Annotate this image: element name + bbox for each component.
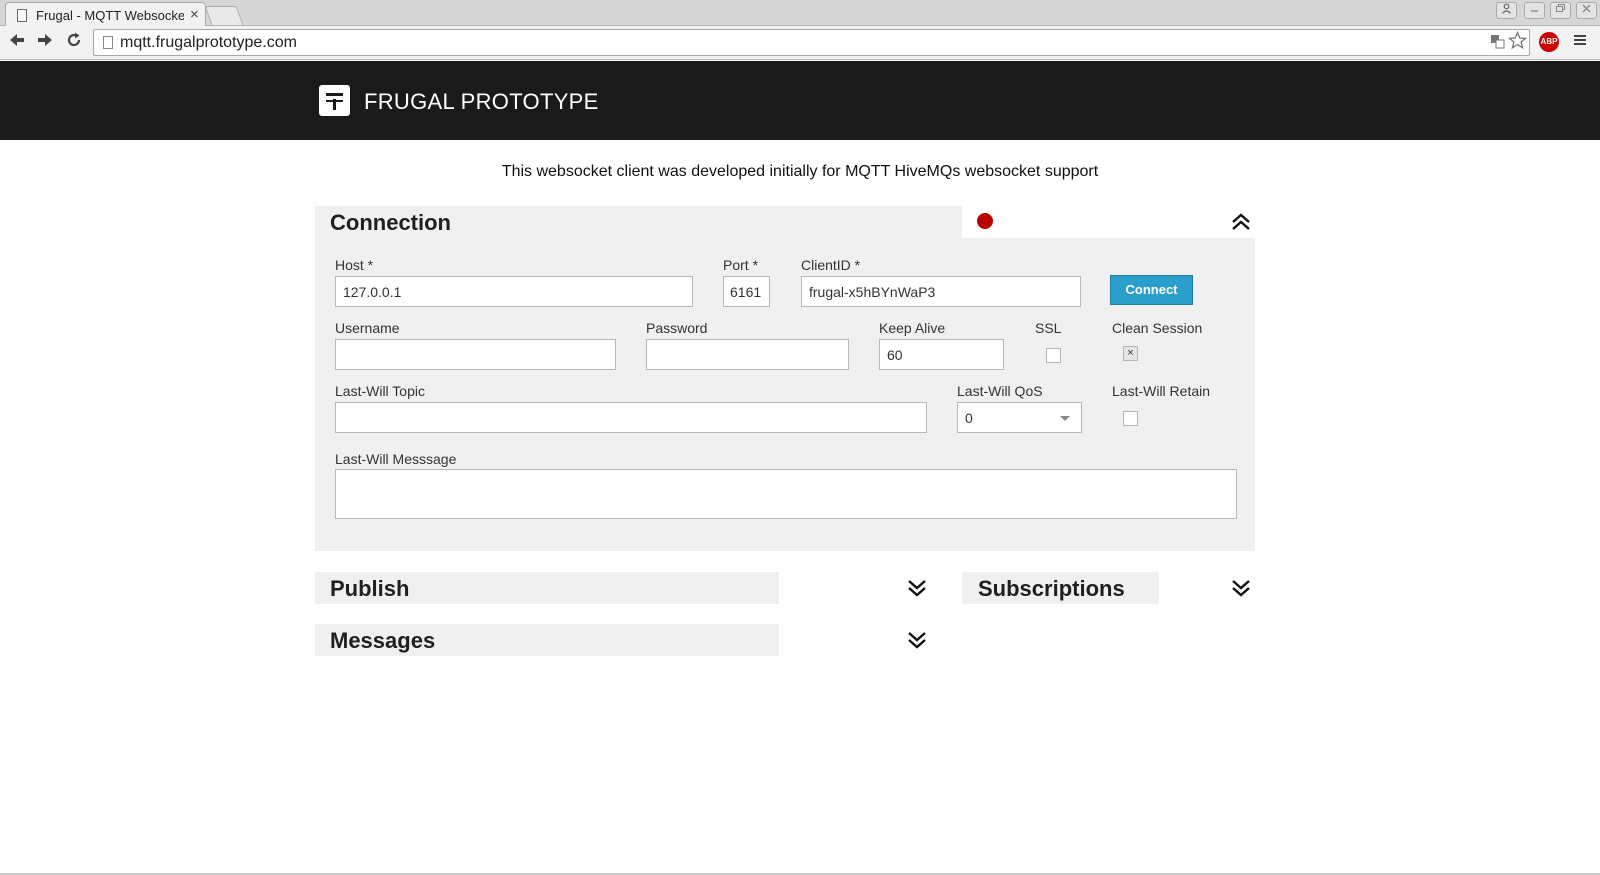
expand-down-icon[interactable] <box>906 577 928 599</box>
lwt-topic-label: Last-Will Topic <box>335 383 425 399</box>
clean-session-label: Clean Session <box>1112 320 1203 336</box>
host-input[interactable]: 127.0.0.1 <box>335 276 693 307</box>
user-icon[interactable] <box>1496 2 1517 19</box>
browser-toolbar: mqtt.frugalprototype.com ABP <box>0 26 1600 60</box>
close-icon[interactable] <box>1576 2 1597 19</box>
host-label: Host * <box>335 257 374 273</box>
clientid-input[interactable]: frugal-x5hBYnWaP3 <box>801 276 1081 307</box>
ssl-label: SSL <box>1035 320 1062 336</box>
site-header: FRUGAL PROTOTYPE <box>0 61 1600 140</box>
star-icon[interactable] <box>1507 30 1528 56</box>
password-label: Password <box>646 320 708 336</box>
expand-down-icon[interactable] <box>1230 577 1252 599</box>
username-input[interactable] <box>335 339 616 370</box>
connection-header-gap <box>962 206 1255 238</box>
lwt-qos-value: 0 <box>965 410 973 426</box>
connection-title[interactable]: Connection <box>330 210 451 236</box>
tab-title: Frugal - MQTT Websocke <box>36 8 184 23</box>
browser-tab[interactable]: Frugal - MQTT Websocke × <box>5 2 206 27</box>
back-arrow-icon[interactable] <box>6 31 28 53</box>
ssl-checkbox[interactable] <box>1046 348 1061 363</box>
password-input[interactable] <box>646 339 849 370</box>
intro-text: This websocket client was developed init… <box>501 163 1099 180</box>
reload-icon[interactable] <box>63 31 85 53</box>
brand-name[interactable]: FRUGAL PROTOTYPE <box>364 89 599 115</box>
url-text[interactable]: mqtt.frugalprototype.com <box>120 34 297 52</box>
browser-tabstrip: Frugal - MQTT Websocke × <box>0 0 1600 27</box>
connect-button[interactable]: Connect <box>1110 275 1193 305</box>
port-input[interactable]: 6161 <box>723 276 770 307</box>
minimize-icon[interactable] <box>1524 2 1545 19</box>
restore-icon[interactable] <box>1550 2 1571 19</box>
page-icon <box>17 9 27 22</box>
adblock-icon[interactable]: ABP <box>1539 32 1559 52</box>
forward-arrow-icon[interactable] <box>34 31 56 53</box>
clientid-label: ClientID * <box>801 257 861 273</box>
logo-icon[interactable] <box>319 85 350 116</box>
menu-icon[interactable] <box>1572 32 1588 53</box>
chevron-down-icon <box>1060 416 1070 421</box>
translate-icon[interactable] <box>1490 34 1505 49</box>
messages-title[interactable]: Messages <box>330 628 435 654</box>
publish-title[interactable]: Publish <box>330 576 409 602</box>
keepalive-input[interactable]: 60 <box>879 339 1004 370</box>
username-label: Username <box>335 320 400 336</box>
port-label: Port * <box>723 257 759 273</box>
collapse-up-icon[interactable] <box>1230 211 1252 233</box>
lwt-qos-select[interactable]: 0 <box>957 402 1082 433</box>
lwt-qos-label: Last-Will QoS <box>957 383 1043 399</box>
lwt-topic-input[interactable] <box>335 402 927 433</box>
new-tab-button[interactable] <box>204 6 244 25</box>
connection-status-indicator <box>977 213 993 229</box>
lwt-retain-checkbox[interactable] <box>1123 411 1138 426</box>
lwt-message-textarea[interactable] <box>335 469 1237 519</box>
tab-close-icon[interactable]: × <box>190 6 199 23</box>
lwt-retain-label: Last-Will Retain <box>1112 383 1211 399</box>
expand-down-icon[interactable] <box>906 629 928 651</box>
clean-session-checkbox[interactable]: × <box>1123 346 1138 361</box>
keepalive-label: Keep Alive <box>879 320 946 336</box>
subscriptions-title[interactable]: Subscriptions <box>978 576 1125 602</box>
address-bar[interactable]: mqtt.frugalprototype.com <box>93 29 1530 56</box>
lwt-message-label: Last-Will Messsage <box>335 451 457 467</box>
page-icon <box>103 36 113 49</box>
